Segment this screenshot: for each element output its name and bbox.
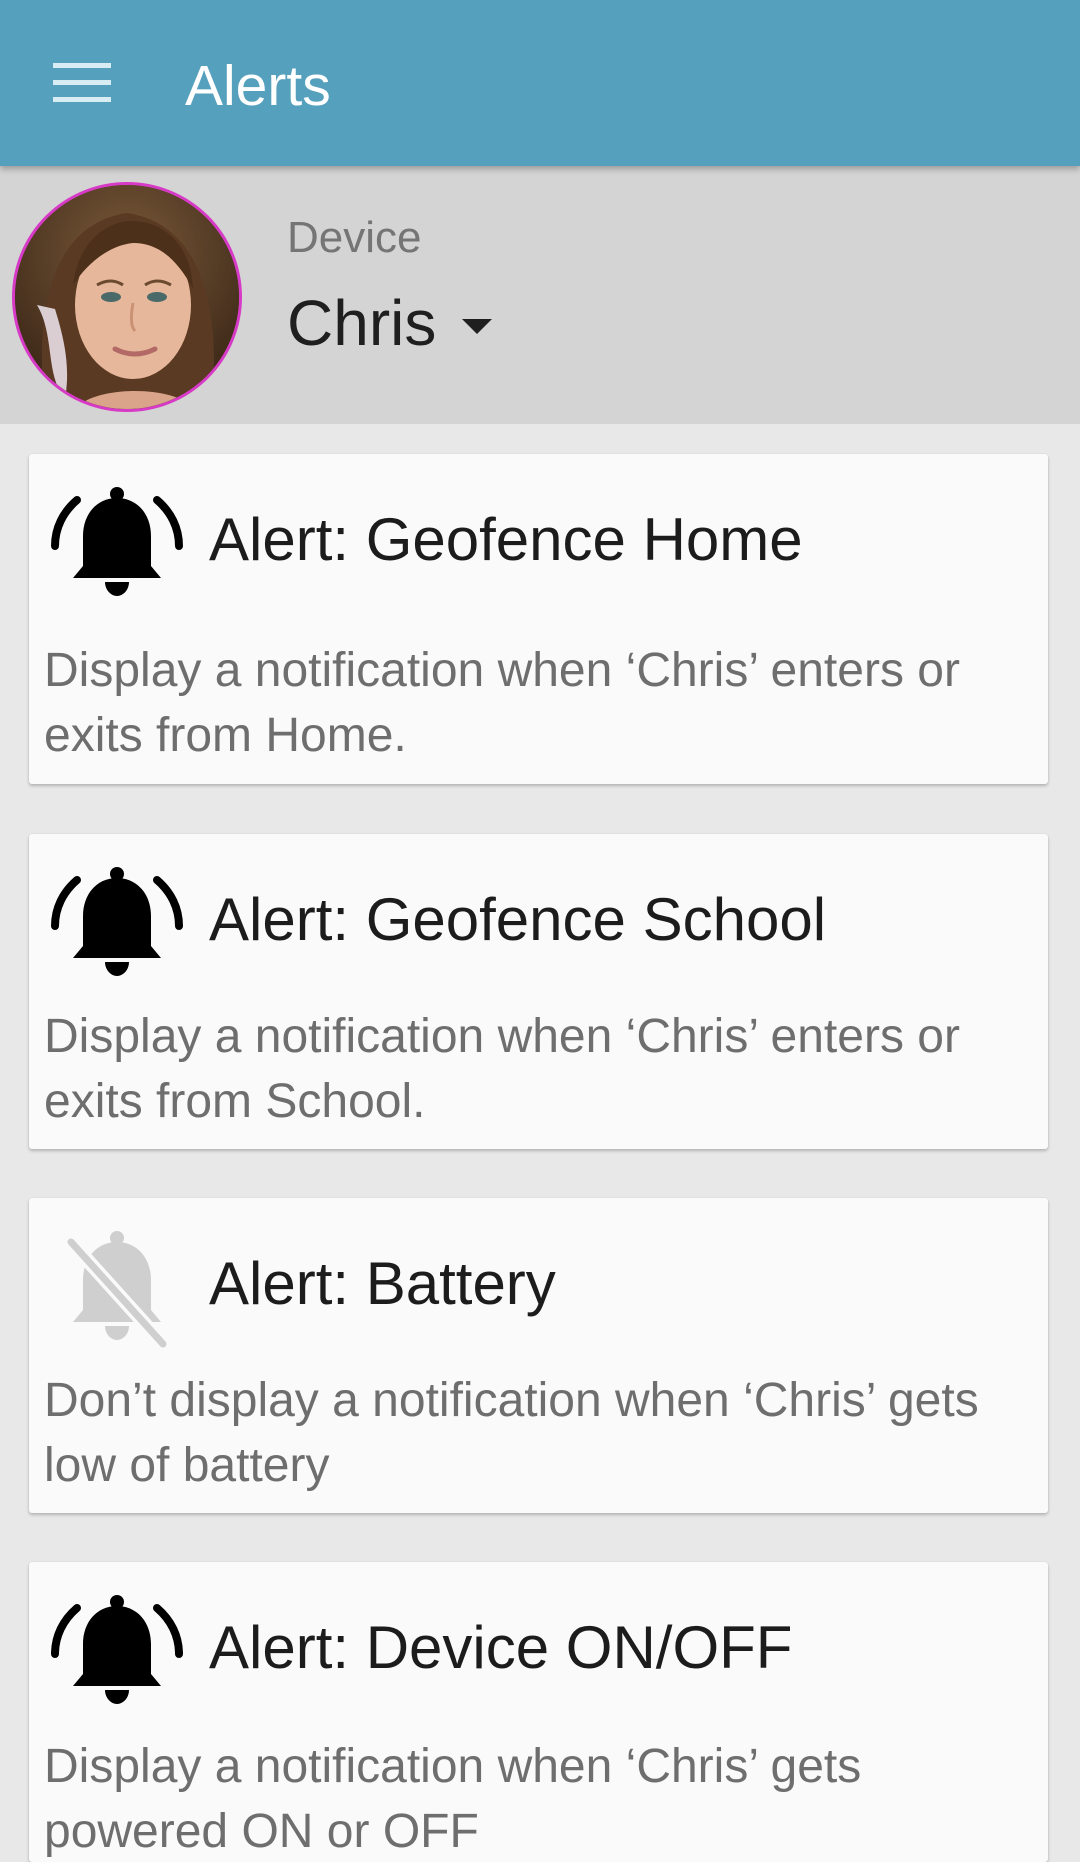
alert-title: Alert: Device ON/OFF [209, 1614, 793, 1681]
alert-card-device-on-off[interactable]: Alert: Device ON/OFF Display a notificat… [29, 1562, 1048, 1862]
device-label: Device [287, 213, 422, 262]
alert-title: Alert: Geofence School [209, 886, 827, 953]
bell-off-icon [47, 1220, 187, 1360]
alert-title: Alert: Geofence Home [209, 506, 803, 573]
device-name: Chris [287, 287, 437, 359]
alert-title: Alert: Battery [209, 1250, 556, 1317]
page-title: Alerts [185, 54, 331, 118]
avatar[interactable] [12, 182, 242, 412]
alert-description: Don’t display a notification when ‘Chris… [44, 1374, 979, 1492]
device-header: Device Chris [0, 166, 1080, 424]
caret-down-icon [462, 318, 493, 334]
bell-ringing-icon [47, 856, 187, 996]
alert-card-geofence-school[interactable]: Alert: Geofence School Display a notific… [29, 834, 1048, 1149]
device-dropdown[interactable]: Chris [287, 278, 493, 368]
hamburger-menu-icon[interactable] [40, 48, 124, 118]
alert-card-geofence-home[interactable]: Alert: Geofence Home Display a notificat… [29, 454, 1048, 784]
alert-card-battery[interactable]: Alert: Battery Don’t display a notificat… [29, 1198, 1048, 1513]
alert-description: Display a notification when ‘Chris’ ente… [44, 1010, 960, 1128]
app-bar: Alerts [0, 0, 1080, 166]
alert-description: Display a notification when ‘Chris’ ente… [44, 644, 960, 762]
bell-ringing-icon [47, 476, 187, 616]
alert-description: Display a notification when ‘Chris’ gets… [44, 1740, 862, 1858]
bell-ringing-icon [47, 1584, 187, 1724]
